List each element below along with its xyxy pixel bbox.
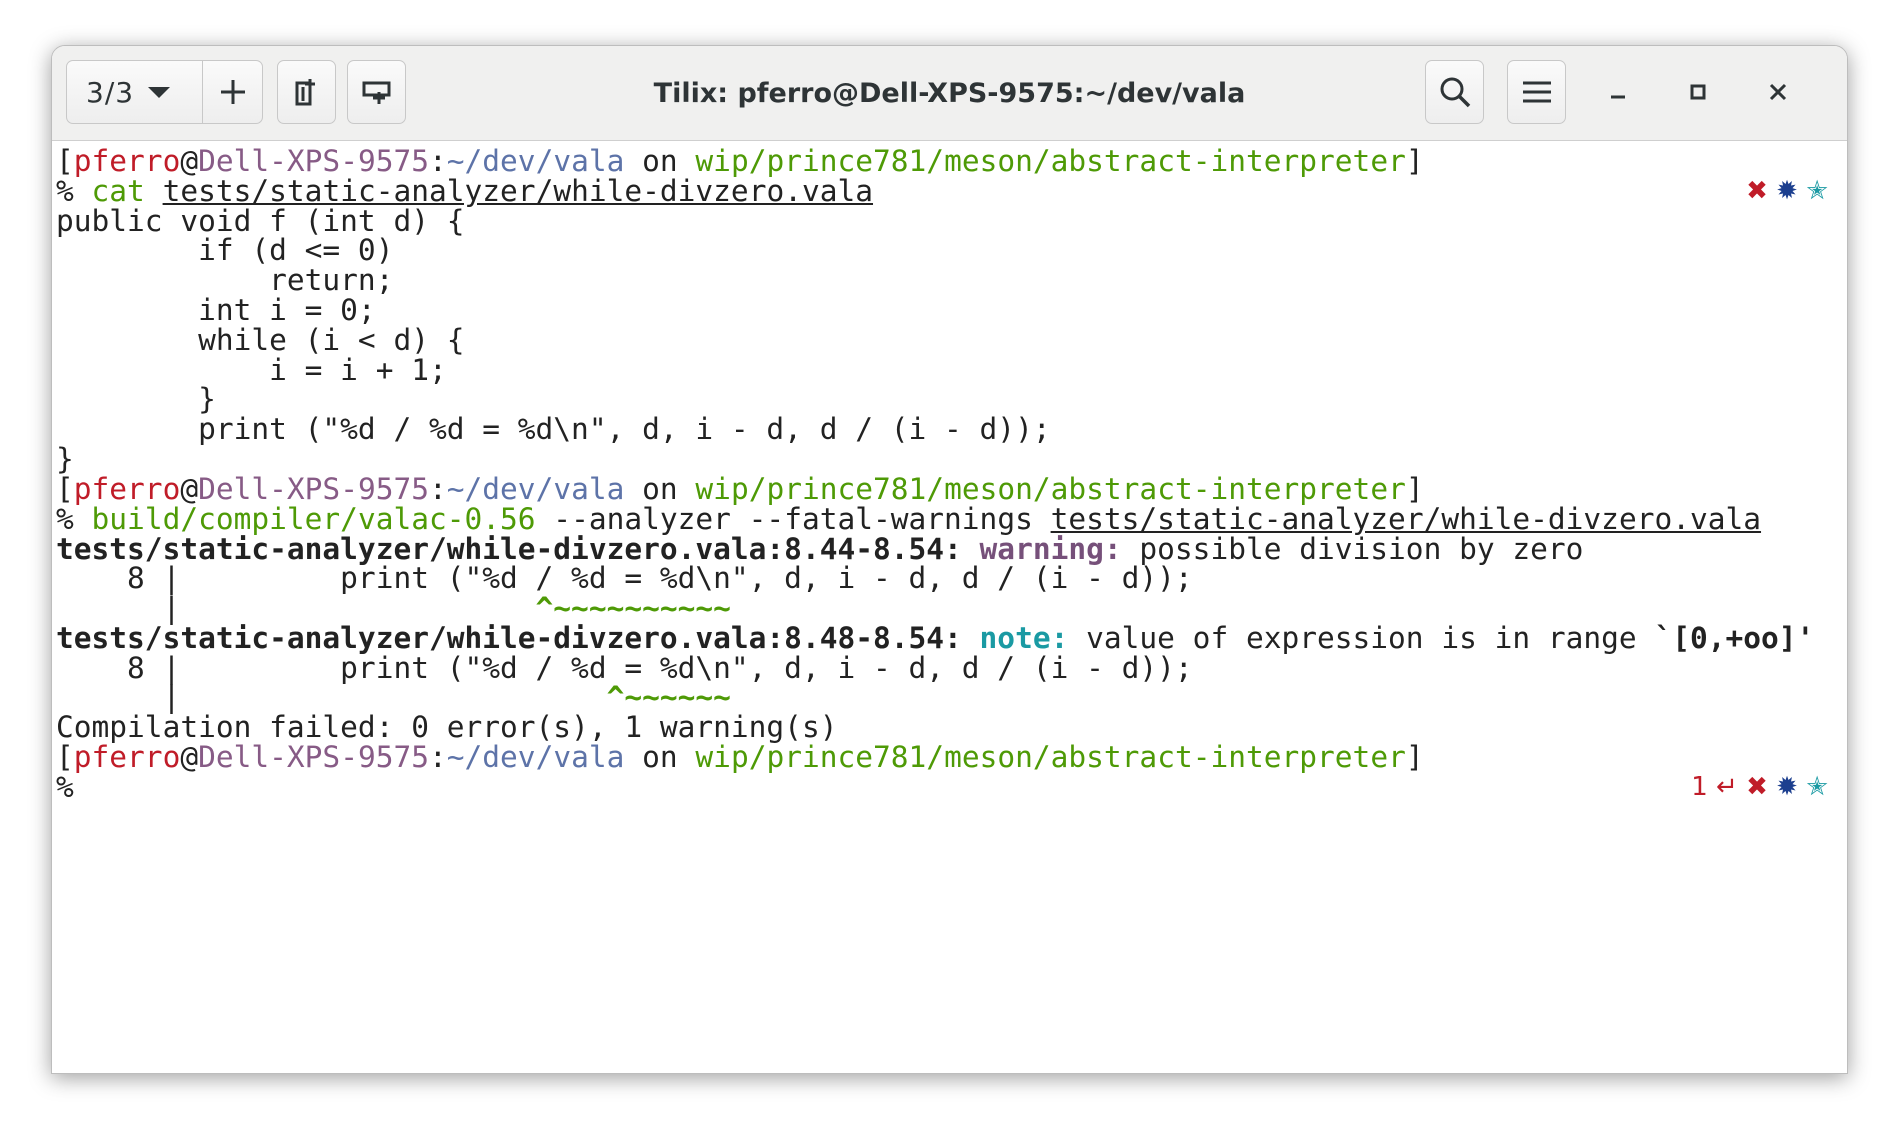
close-icon (1769, 83, 1787, 101)
exit-code: 1 (1691, 772, 1708, 802)
tilix-window: 3/3 Tilix: pferro@Dell-XPS-9575:~/dev/va… (51, 45, 1848, 1074)
title-bar[interactable]: 3/3 Tilix: pferro@Dell-XPS-9575:~/dev/va… (52, 46, 1847, 141)
maximize-button[interactable] (1678, 60, 1718, 124)
command-line[interactable]: % (56, 769, 74, 805)
search-button[interactable] (1425, 60, 1484, 124)
error-x-icon: ✖ (1746, 176, 1768, 206)
terminal-view[interactable]: [pferro@Dell-XPS-9575:~/dev/vala on wip/… (52, 141, 1847, 1073)
maximize-icon (1690, 84, 1706, 100)
add-terminal-down-button[interactable] (347, 60, 406, 124)
add-session-button[interactable] (202, 60, 263, 124)
menu-button[interactable] (1507, 60, 1566, 124)
error-x-icon: ✖ (1746, 772, 1768, 802)
status-indicators: 1 ↵ ✖ ✹ ✭ (1691, 769, 1828, 805)
gear-icon: ✹ (1776, 772, 1798, 802)
star-icon: ✭ (1806, 772, 1828, 802)
add-terminal-right-icon (295, 79, 315, 106)
add-terminal-right-button[interactable] (277, 60, 336, 124)
search-icon (1440, 77, 1470, 108)
minimize-icon (1611, 95, 1625, 99)
chevron-down-icon (148, 86, 171, 98)
hamburger-menu-icon (1522, 81, 1551, 103)
return-icon: ↵ (1716, 772, 1738, 802)
minimize-button[interactable] (1598, 60, 1638, 124)
source-line: print ("%d / %d = %d\n", d, i - d, d / (… (56, 412, 1051, 446)
close-button[interactable] (1758, 60, 1798, 124)
add-terminal-down-icon (362, 81, 390, 104)
session-switcher-button[interactable]: 3/3 (66, 60, 203, 124)
status-indicators: ✖ ✹ ✭ (1746, 173, 1828, 209)
gear-icon: ✹ (1776, 176, 1798, 206)
session-counter: 3/3 (86, 75, 135, 109)
plus-icon (220, 80, 245, 104)
prompt-line: [pferro@Dell-XPS-9575:~/dev/vala on wip/… (56, 740, 1424, 774)
star-icon: ✭ (1806, 176, 1828, 206)
